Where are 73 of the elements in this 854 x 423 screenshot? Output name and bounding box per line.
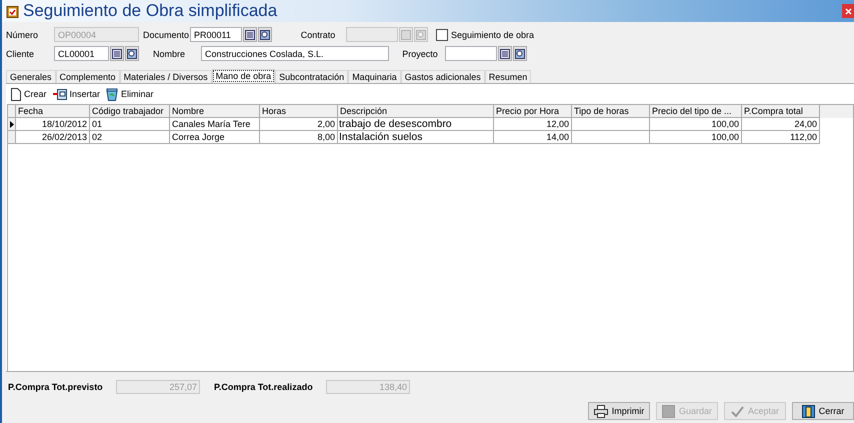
table-cell: Correa Jorge — [170, 131, 260, 144]
list-icon[interactable] — [110, 46, 124, 61]
search-icon[interactable] — [258, 27, 272, 42]
project-field[interactable] — [445, 46, 497, 61]
search-icon[interactable] — [125, 46, 139, 61]
total-field: 138,40 — [326, 380, 410, 394]
total-label: P.Compra Tot.previsto — [8, 382, 104, 392]
column-header[interactable]: Horas — [260, 105, 338, 118]
table-cell: 100,00 — [650, 131, 742, 144]
field-label: Nombre — [153, 48, 186, 58]
column-header[interactable]: Código trabajador — [90, 105, 170, 118]
table-cell: 100,00 — [650, 118, 742, 131]
window-title: Seguimiento de Obra simplificada — [23, 1, 278, 21]
toolbar-button[interactable]: Insertar — [70, 89, 100, 99]
table-cell: 26/02/2013 — [16, 131, 90, 144]
checkbox-label: Seguimiento de obra — [451, 30, 534, 40]
recycle-bin-icon — [106, 88, 118, 100]
list-icon[interactable] — [243, 27, 257, 42]
tab[interactable]: Gastos adicionales — [400, 70, 485, 83]
toolbar-button[interactable]: Crear — [24, 89, 47, 99]
field-label: Número — [6, 30, 40, 40]
table-cell: 01 — [90, 118, 170, 131]
field-label: Contrato — [300, 30, 336, 40]
tab[interactable]: Complemento — [56, 70, 120, 83]
table-cell: Canales María Tere — [170, 118, 260, 131]
table-cell: 24,00 — [742, 118, 820, 131]
total-label: P.Compra Tot.realizado — [214, 382, 314, 392]
field-label: Proyecto — [401, 48, 439, 58]
column-header[interactable]: Fecha — [16, 105, 90, 118]
insert-icon — [52, 88, 67, 100]
tab[interactable]: Materiales / Diversos — [120, 70, 212, 83]
name-field[interactable]: Construcciones Coslada, S.L. — [201, 46, 389, 61]
field-label: Cliente — [6, 48, 36, 58]
action-button[interactable]: Imprimir — [588, 402, 650, 420]
toolbar-button[interactable]: Eliminar — [121, 89, 154, 99]
total-field: 257,07 — [116, 380, 200, 394]
search-icon[interactable] — [513, 46, 527, 61]
column-header[interactable]: P.Compra total — [742, 105, 820, 118]
table-cell: 8,00 — [260, 131, 338, 144]
tab[interactable]: Generales — [6, 70, 56, 83]
tab[interactable]: Maquinaria — [348, 70, 401, 83]
column-header[interactable]: Descripción — [338, 105, 494, 118]
tab[interactable]: Resumen — [484, 70, 532, 83]
table-cell: 14,00 — [494, 131, 572, 144]
column-header[interactable]: Precio del tipo de ... — [650, 105, 742, 118]
column-header[interactable]: Nombre — [170, 105, 260, 118]
close-button[interactable] — [842, 4, 854, 18]
table-cell: trabajo de desescombro — [338, 118, 494, 131]
close-icon — [844, 8, 852, 14]
row-header[interactable] — [8, 118, 16, 131]
table-cell: 2,00 — [260, 118, 338, 131]
document-field[interactable]: PR00011 — [190, 27, 242, 42]
table-cell: Instalación suelos — [338, 131, 494, 144]
checkmark-icon — [730, 404, 744, 418]
door-icon — [802, 404, 815, 418]
clipboard-icon — [6, 4, 19, 18]
printer-icon — [594, 404, 608, 418]
follow-up-checkbox[interactable] — [436, 28, 448, 40]
new-document-icon — [11, 88, 21, 100]
tab[interactable]: Mano de obra — [212, 69, 276, 83]
tab[interactable]: Subcontratación — [275, 70, 348, 83]
list-icon[interactable] — [498, 46, 512, 61]
column-header[interactable]: Precio por Hora — [494, 105, 572, 118]
client-field[interactable]: CL00001 — [54, 46, 109, 61]
table-cell: 112,00 — [742, 131, 820, 144]
column-header[interactable]: Tipo de horas — [572, 105, 650, 118]
table-cell: 02 — [90, 131, 170, 144]
action-button[interactable]: Cerrar — [792, 402, 854, 420]
field-label: Documento — [143, 30, 190, 40]
table-cell: 12,00 — [494, 118, 572, 131]
current-row-icon — [10, 120, 14, 128]
square-icon — [662, 404, 675, 418]
table-cell: 18/10/2012 — [16, 118, 90, 131]
